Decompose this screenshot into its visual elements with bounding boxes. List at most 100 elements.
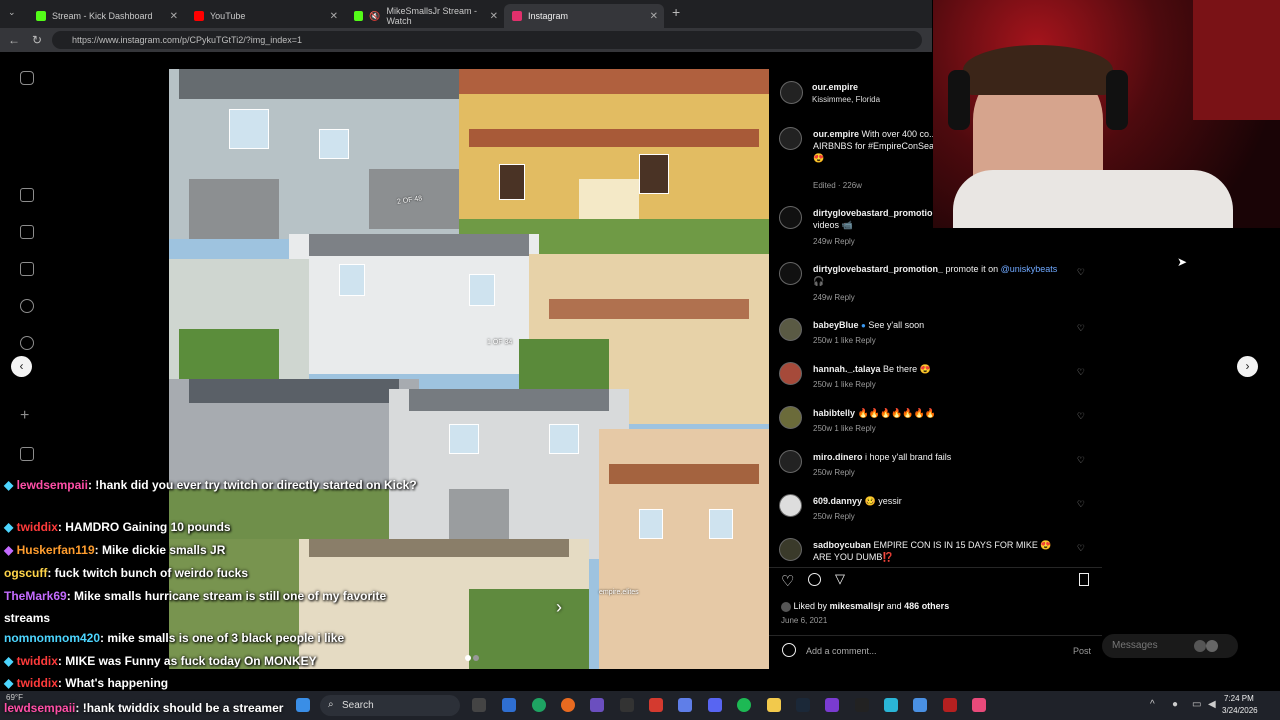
avatar[interactable]	[779, 494, 802, 517]
discord-icon[interactable]	[708, 698, 722, 712]
search-icon[interactable]	[20, 299, 34, 313]
close-icon[interactable]: ✕	[330, 11, 338, 22]
avatar[interactable]	[779, 450, 802, 473]
comment-meta: 250w Reply	[813, 468, 855, 477]
url-input[interactable]: https://www.instagram.com/p/CPykuTGtTi2/…	[52, 31, 922, 49]
app-icon[interactable]	[884, 698, 898, 712]
comment-user[interactable]: babeyBlue	[813, 320, 859, 330]
app-icon[interactable]	[502, 698, 516, 712]
like-icon[interactable]: ♡	[781, 572, 794, 590]
app-icon[interactable]	[972, 698, 986, 712]
tab-kick-dashboard[interactable]: Stream - Kick Dashboard ✕	[28, 4, 184, 28]
taskbar-search[interactable]: ⌕ Search	[320, 695, 460, 716]
app-icon[interactable]	[678, 698, 692, 712]
share-icon[interactable]: ▽	[835, 571, 845, 587]
post-author[interactable]: our.empire	[812, 82, 858, 92]
instagram-logo-icon[interactable]	[20, 71, 34, 85]
tab-label: Stream - Kick Dashboard	[52, 11, 153, 21]
add-comment-input[interactable]: Add a comment...	[806, 646, 877, 656]
likes-user[interactable]: mikesmallsjr	[830, 601, 885, 611]
like-heart-icon[interactable]: ♡	[1077, 367, 1085, 378]
avatar[interactable]	[779, 362, 802, 385]
roof	[409, 389, 609, 411]
like-heart-icon[interactable]: ♡	[1077, 543, 1085, 554]
tray-chevron-icon[interactable]: ^	[1150, 699, 1155, 710]
comment-user[interactable]: 609.dannyy	[813, 496, 862, 506]
reload-icon[interactable]: ↻	[32, 33, 42, 47]
comment-user[interactable]: miro.dinero	[813, 452, 863, 462]
author-avatar[interactable]	[779, 127, 802, 150]
window	[639, 509, 663, 539]
firefox-icon[interactable]	[561, 698, 575, 712]
author-avatar[interactable]	[780, 81, 803, 104]
like-heart-icon[interactable]: ♡	[1077, 267, 1085, 278]
comment-icon[interactable]	[808, 573, 821, 586]
tab-instagram[interactable]: Instagram ✕	[504, 4, 664, 28]
explore-icon[interactable]	[20, 336, 34, 350]
steam-icon[interactable]	[796, 698, 810, 712]
home-icon[interactable]	[20, 188, 34, 202]
send-icon[interactable]	[20, 262, 34, 276]
post-location[interactable]: Kissimmee, Florida	[812, 95, 880, 104]
windows-start-icon[interactable]	[296, 698, 310, 712]
caption-user[interactable]: our.empire	[813, 129, 859, 139]
app-icon[interactable]	[825, 698, 839, 712]
app-icon[interactable]	[913, 698, 927, 712]
close-icon[interactable]: ✕	[490, 11, 498, 22]
chrome-icon[interactable]	[532, 698, 546, 712]
clock-time[interactable]: 7:24 PM	[1224, 694, 1254, 703]
app-icon[interactable]	[855, 698, 869, 712]
mention-link[interactable]: @uniskybeats	[1001, 264, 1058, 274]
file-explorer-icon[interactable]	[767, 698, 781, 712]
comment-user[interactable]: hannah._.talaya	[813, 364, 881, 374]
reels-icon[interactable]	[20, 225, 34, 239]
close-icon[interactable]: ✕	[650, 11, 658, 22]
comment-item: habibtelly 🔥🔥🔥🔥🔥🔥🔥 250w 1 like Reply ♡	[779, 406, 1099, 446]
app-icon[interactable]	[943, 698, 957, 712]
tab-search-icon[interactable]: ⌄	[8, 7, 16, 18]
tab-youtube[interactable]: YouTube ✕	[186, 4, 344, 28]
volume-icon[interactable]: ◀	[1208, 699, 1216, 710]
avatar[interactable]	[779, 206, 802, 229]
avatar[interactable]	[779, 538, 802, 561]
badge-icon: ◆	[4, 543, 14, 557]
new-tab-button[interactable]: +	[672, 4, 680, 20]
task-view-icon[interactable]	[472, 698, 486, 712]
post-comment-button[interactable]: Post	[1073, 646, 1091, 656]
messages-button[interactable]: Messages	[1102, 634, 1238, 658]
back-icon[interactable]: ←	[8, 33, 20, 47]
chat-message: nomnomnom420: mike smalls is one of 3 bl…	[4, 627, 424, 649]
save-bookmark-icon[interactable]	[1079, 573, 1089, 586]
avatar[interactable]	[779, 406, 802, 429]
dashboard-icon[interactable]	[20, 447, 34, 461]
like-heart-icon[interactable]: ♡	[1077, 411, 1085, 422]
comment-user[interactable]: dirtyglovebastard_promotion	[813, 208, 938, 218]
comment-user[interactable]: habibtelly	[813, 408, 855, 418]
avatar[interactable]	[779, 318, 802, 341]
comment-user[interactable]: sadboycuban	[813, 540, 871, 550]
emoji-icon[interactable]	[782, 643, 796, 657]
like-heart-icon[interactable]: ♡	[1077, 455, 1085, 466]
app-icon[interactable]	[649, 698, 663, 712]
mute-icon[interactable]: 🔇	[369, 11, 380, 22]
close-icon[interactable]: ✕	[170, 11, 178, 22]
like-heart-icon[interactable]: ♡	[1077, 323, 1085, 334]
headphones	[948, 70, 970, 130]
comment-user[interactable]: dirtyglovebastard_promotion_	[813, 264, 943, 274]
microphone-icon[interactable]: ●	[1172, 699, 1178, 710]
prev-post-button[interactable]: ‹	[11, 356, 32, 377]
carousel-next-icon[interactable]: ›	[556, 598, 576, 618]
app-icon[interactable]	[590, 698, 604, 712]
likes-count[interactable]: 486 others	[904, 601, 949, 611]
chat-message: ◆ twiddix: HAMDRO Gaining 10 pounds	[4, 516, 424, 538]
photo-caption: 1 OF 34	[487, 339, 513, 346]
spotify-icon[interactable]	[737, 698, 751, 712]
tab-mikesmalls-stream[interactable]: 🔇 MikeSmallsJr Stream - Watch ✕	[346, 4, 504, 28]
network-icon[interactable]: ▭	[1192, 699, 1201, 710]
avatar[interactable]	[779, 262, 802, 285]
clock-date[interactable]: 3/24/2026	[1222, 706, 1258, 715]
obs-icon[interactable]	[620, 698, 634, 712]
create-icon[interactable]: +	[20, 408, 34, 424]
next-post-button[interactable]: ›	[1237, 356, 1258, 377]
like-heart-icon[interactable]: ♡	[1077, 499, 1085, 510]
